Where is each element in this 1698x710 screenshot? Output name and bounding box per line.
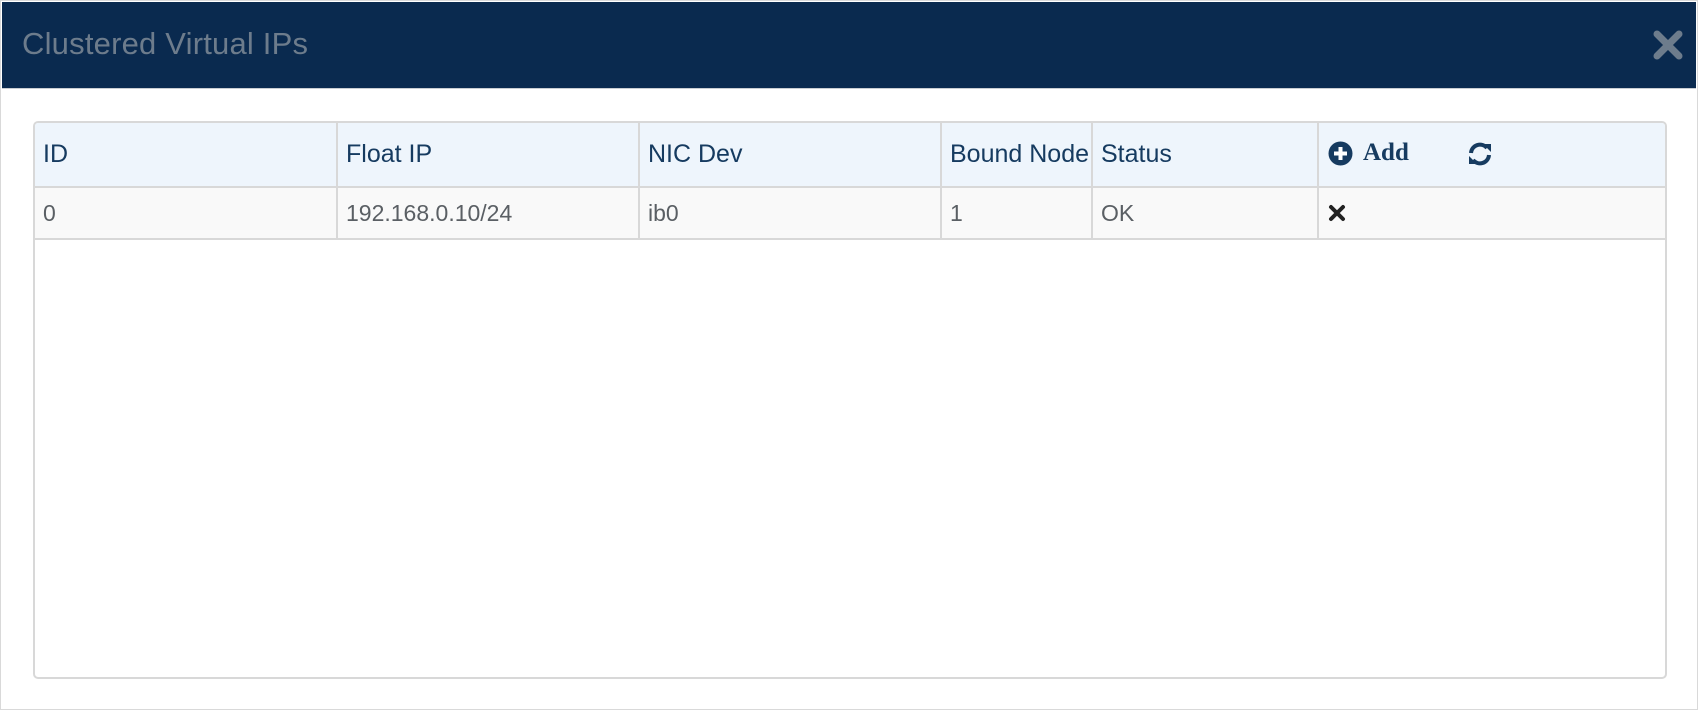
column-header-float-ip[interactable]: Float IP — [337, 123, 640, 188]
cell-id: 0 — [35, 187, 338, 240]
cell-status: OK — [1092, 187, 1319, 240]
column-header-id[interactable]: ID — [35, 123, 338, 188]
table-header-row: ID Float IP NIC Dev Bound Node Status Ad… — [35, 123, 1665, 188]
cell-float-ip: 192.168.0.10/24 — [337, 187, 640, 240]
cell-actions — [1318, 187, 1665, 240]
clustered-virtual-ips-dialog: Clustered Virtual IPs ID Float IP NIC De… — [0, 0, 1698, 710]
column-header-actions: Add — [1318, 123, 1665, 188]
plus-circle-icon — [1328, 141, 1353, 166]
column-header-status[interactable]: Status — [1092, 123, 1319, 188]
delete-icon[interactable] — [1328, 204, 1346, 222]
column-header-nic-dev[interactable]: NIC Dev — [639, 123, 942, 188]
dialog-header: Clustered Virtual IPs — [2, 2, 1696, 89]
cell-bound-node: 1 — [941, 187, 1093, 240]
add-button-label: Add — [1363, 139, 1409, 166]
dialog-title: Clustered Virtual IPs — [22, 26, 309, 61]
table-row: 0 192.168.0.10/24 ib0 1 OK — [35, 187, 1665, 240]
close-icon[interactable] — [1652, 26, 1684, 62]
cell-nic-dev: ib0 — [639, 187, 942, 240]
column-header-bound-node[interactable]: Bound Node — [941, 123, 1093, 188]
refresh-icon[interactable] — [1467, 141, 1493, 167]
add-button[interactable]: Add — [1328, 139, 1409, 167]
virtual-ip-table: ID Float IP NIC Dev Bound Node Status Ad… — [33, 121, 1667, 679]
